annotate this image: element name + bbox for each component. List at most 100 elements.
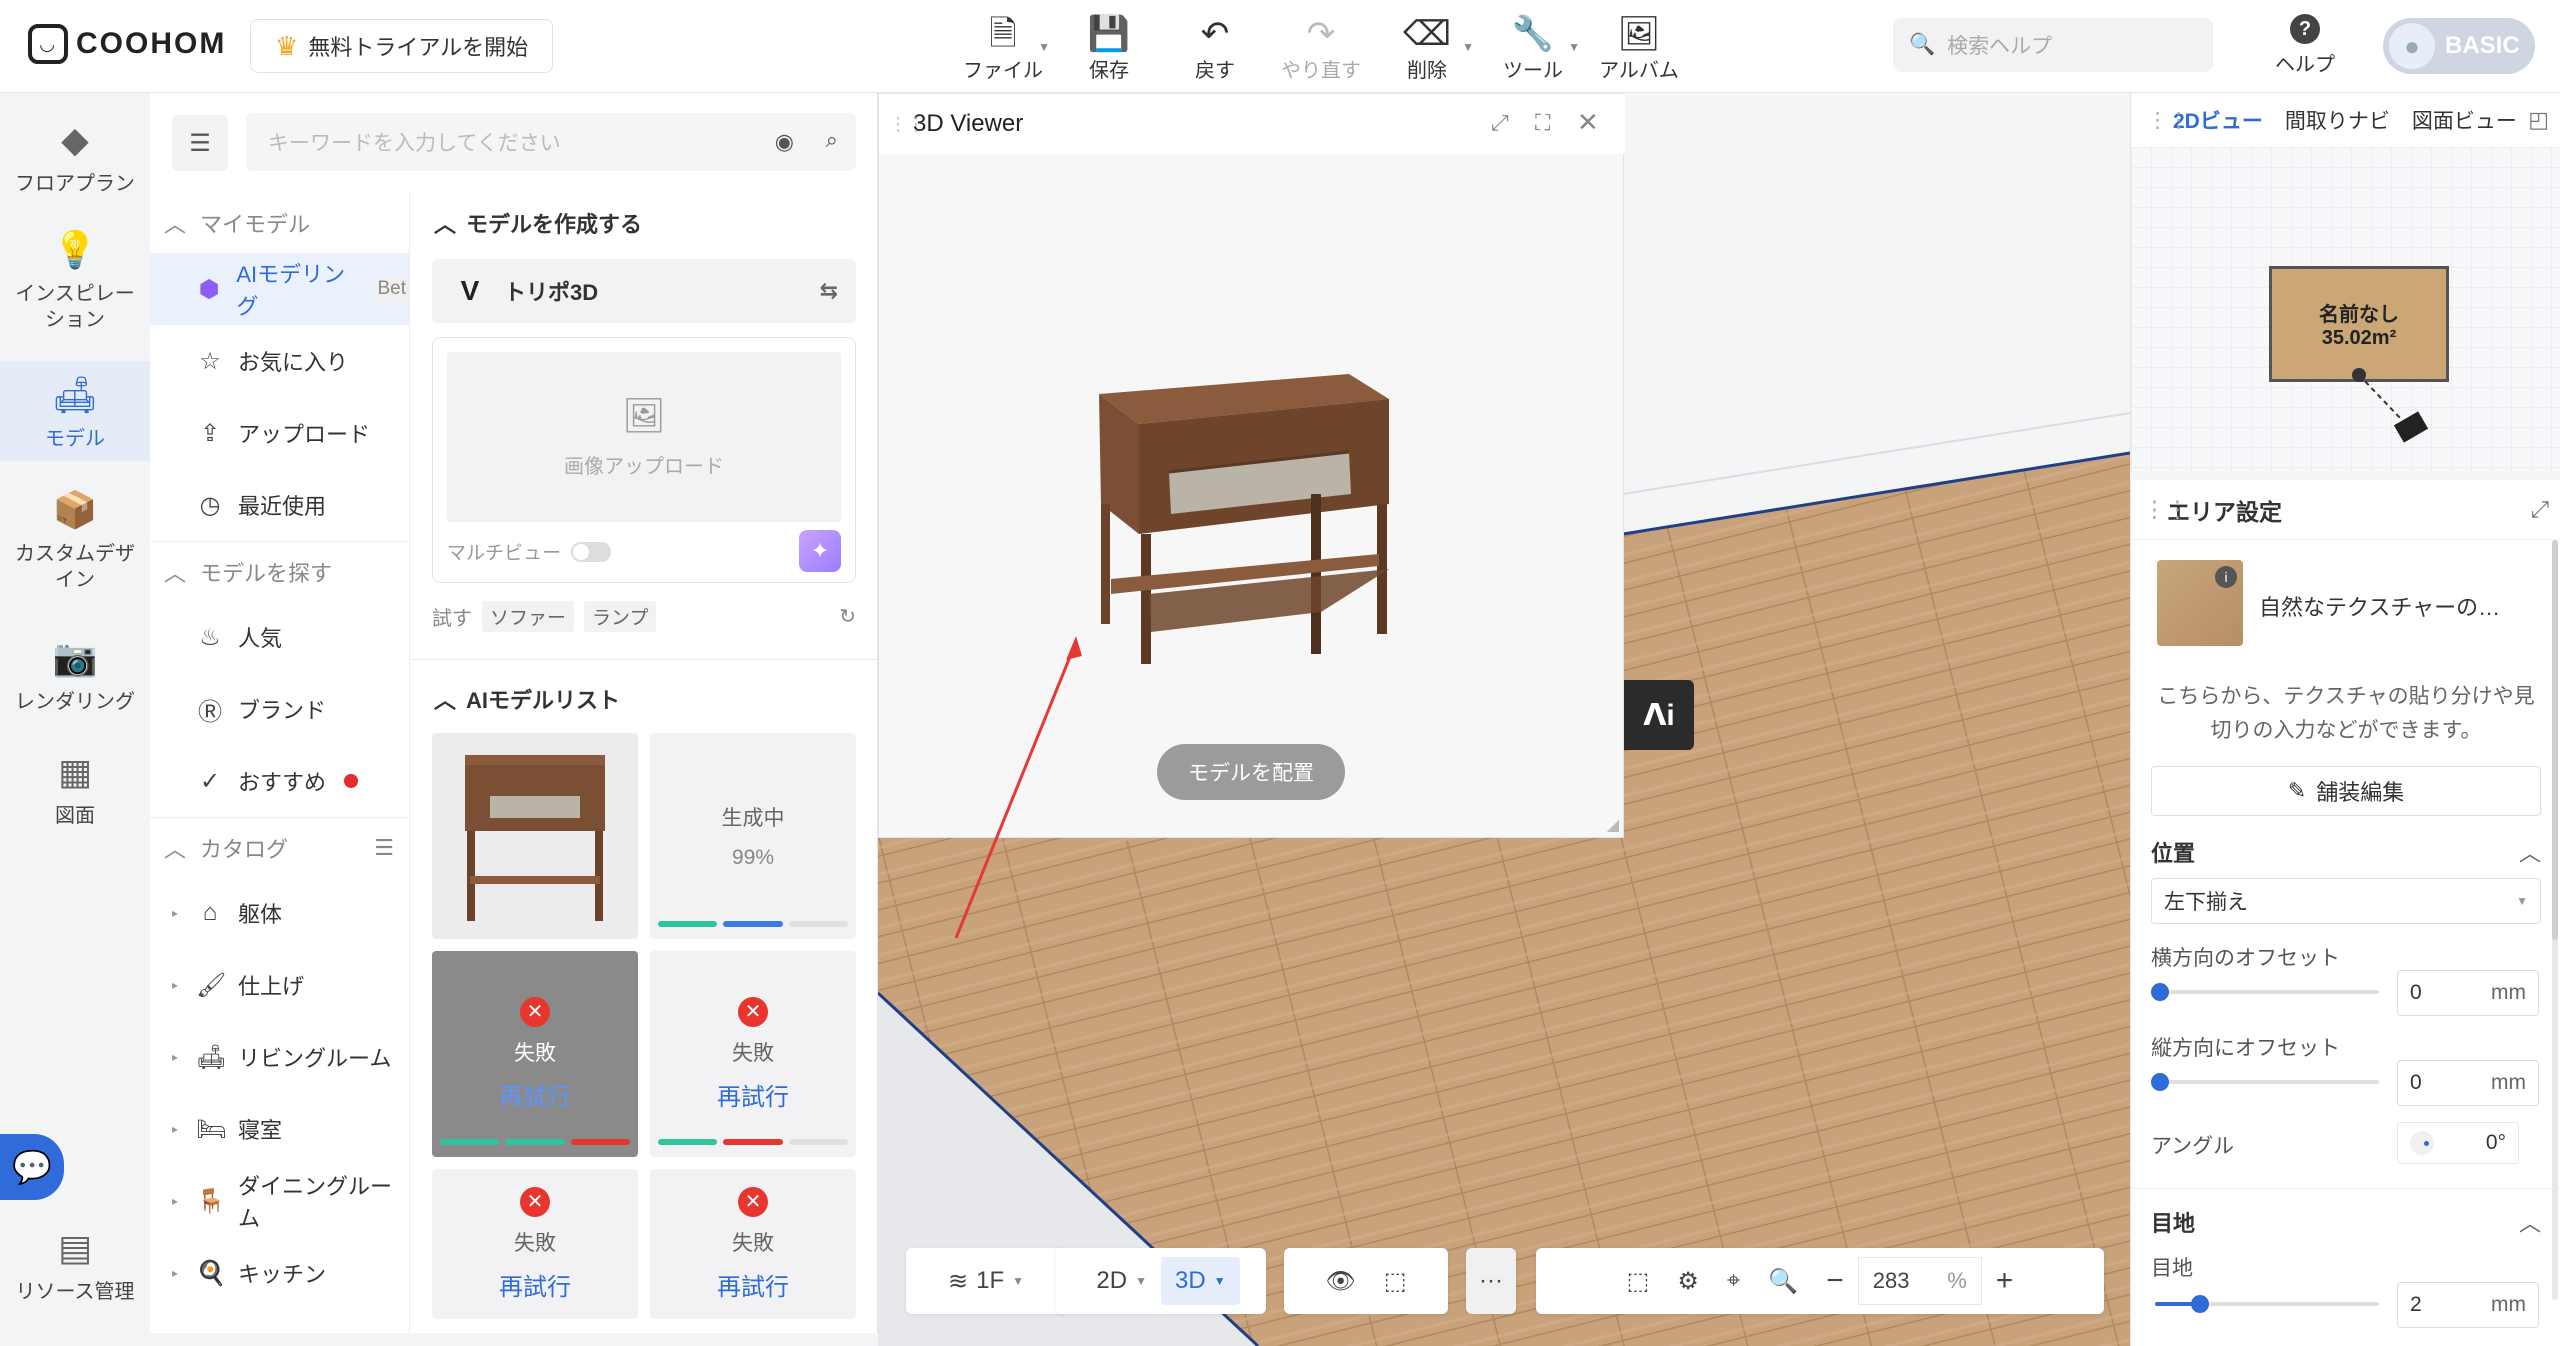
angle-input[interactable]: 0° [2397,1122,2519,1164]
drag-handle-icon[interactable]: ⋮⋮ [889,114,925,135]
catalog-item[interactable]: ▸ 🪑 ダイニングルーム [150,1165,410,1237]
help-button[interactable]: ? ヘルプ [2270,14,2340,78]
category-recent[interactable]: ◷ 最近使用 [150,469,410,541]
category-recommended[interactable]: ✓ おすすめ [150,745,410,817]
catalog-item[interactable]: ▸ 🍳 キッチン [150,1237,410,1309]
nav-rendering[interactable]: 📷 レンダリング [0,633,150,715]
tab-floor-nav[interactable]: 間取りナビ [2285,105,2390,135]
more-button[interactable]: ··· [1466,1248,1516,1314]
info-icon[interactable]: i [2215,566,2237,588]
model-card-generating[interactable]: 生成中 99% [650,733,856,939]
ai-list-header[interactable]: ︿ AIモデルリスト [434,683,620,715]
nav-custom-design[interactable]: 📦 カスタムデザイン [0,485,150,593]
slider-knob[interactable] [2151,983,2169,1001]
search-icon[interactable]: ⌕ [826,127,838,153]
drag-handle-icon[interactable]: ⋮⋮ [2143,496,2189,523]
scrollbar[interactable] [2552,540,2558,1300]
mode-2d-button[interactable]: 2D ▼ [1082,1257,1161,1305]
help-search-input[interactable]: 🔍 検索ヘルプ [1893,18,2213,72]
free-trial-button[interactable]: ♛ 無料トライアルを開始 [250,19,554,73]
expand-icon[interactable]: ⤢ [1491,110,1509,136]
model-card-failed[interactable]: ✕ 失敗 再試行 [650,951,856,1157]
retry-link[interactable]: 再試行 [717,1267,789,1302]
nav-drawing[interactable]: ▦ 図面 [0,747,150,829]
collapse-menu-icon[interactable]: ☰ [172,115,228,171]
catalog-item[interactable]: ▸ 🛋 リビングルーム [150,1021,410,1093]
refresh-icon[interactable]: ↻ [839,604,856,629]
cube-view-icon[interactable]: ⬚ [1370,1257,1421,1305]
expand-icon[interactable]: ⤢ [2531,496,2549,523]
category-upload[interactable]: ⇪ アップロード [150,397,410,469]
nav-floorplan[interactable]: ◆ フロアプラン [0,115,150,197]
place-model-button[interactable]: モデルを配置 [1157,744,1345,800]
catalog-item[interactable]: ▸ 🖌 仕上げ [150,949,410,1021]
category-favorites[interactable]: ☆ お気に入り [150,325,410,397]
retry-link[interactable]: 再試行 [499,1267,571,1302]
eye-icon[interactable]: 👁 [1311,1257,1369,1305]
joint-slider[interactable] [2155,1295,2379,1313]
model-card-failed-bed[interactable]: ✕ 失敗 再試行 [432,951,638,1157]
slider-knob[interactable] [2151,1073,2169,1091]
mode-3d-button[interactable]: 3D ▼ [1161,1257,1240,1305]
v-offset-slider[interactable] [2151,1073,2379,1091]
try-chip[interactable]: ランプ [584,601,657,632]
multiview-toggle[interactable] [571,541,612,562]
zoom-in-icon[interactable]: + [1982,1257,2028,1305]
h-offset-slider[interactable] [2151,983,2379,1001]
generate-sparkle-button[interactable]: ✦ [799,530,841,572]
select-area-icon[interactable]: ⬚ [1613,1257,1664,1305]
nav-model[interactable]: 🛋 モデル [0,361,150,461]
expand-icon[interactable]: ◰ [2528,107,2549,133]
paving-edit-button[interactable]: ✎ 舗装編集 [2151,766,2541,816]
fullscreen-icon[interactable]: ⛶ [1535,110,1550,136]
focus-icon[interactable]: ⌖ [1713,1257,1755,1305]
image-upload-dropzone[interactable]: 🖼 画像アップロード [447,352,841,522]
close-icon[interactable]: ✕ [1577,107,1599,138]
drag-handle-icon[interactable]: ⋮⋮ [2147,108,2189,133]
user-account-button[interactable]: ● BASIC [2383,18,2535,74]
switch-icon[interactable]: ⇆ [820,278,838,304]
try-chip[interactable]: ソファー [482,601,575,632]
floor-selector[interactable]: ≋ 1F ▼ [906,1248,1066,1314]
camera-search-icon[interactable]: ◉ [775,129,794,155]
h-offset-input[interactable]: 0 mm [2397,970,2539,1016]
zoom-out-icon[interactable]: − [1812,1257,1858,1305]
nav-resources[interactable]: ▤ リソース管理 [0,1223,150,1305]
retry-link[interactable]: 再試行 [499,1077,571,1112]
zoom-fit-icon[interactable]: 🔍 [1754,1257,1812,1305]
section-catalog[interactable]: ︿ カタログ ☰ [150,817,410,877]
create-model-header[interactable]: ︿ モデルを作成する [434,207,642,239]
select-settings-icon[interactable]: ⚙ [1663,1257,1713,1305]
chat-icon[interactable]: 💬 [0,1134,64,1200]
alignment-select[interactable]: 左下揃え ▼ [2151,878,2541,924]
camera-marker[interactable] [2331,363,2451,453]
undo-button[interactable]: ↶ 戻す [1162,10,1268,86]
texture-thumbnail[interactable]: i [2157,560,2243,646]
save-button[interactable]: 💾 保存 [1056,10,1162,86]
v-offset-input[interactable]: 0 mm [2397,1060,2539,1106]
file-menu-button[interactable]: 🗎 ファイル ▼ [950,10,1056,86]
category-popular[interactable]: ♨ 人気 [150,601,410,673]
catalog-item[interactable]: ▸ 🛏 寝室 [150,1093,410,1165]
joint-section-header[interactable]: 目地 ︿ [2151,1206,2541,1238]
model-card-failed[interactable]: ✕ 失敗 再試行 [432,1169,638,1319]
keyword-search-input[interactable]: キーワードを入力してください ◉ ⌕ [246,113,856,171]
category-ai-modeling[interactable]: ⬢ AIモデリング Bet [150,253,410,325]
album-button[interactable]: 🖼 アルバム [1586,10,1692,86]
scrollbar-thumb[interactable] [2552,540,2558,940]
provider-selector[interactable]: V トリポ3D ⇆ [432,259,856,323]
joint-input[interactable]: 2 mm [2397,1282,2539,1328]
nav-inspiration[interactable]: 💡 インスピレーション [0,225,150,333]
category-brand[interactable]: Ⓡ ブランド [150,673,410,745]
slider-knob[interactable] [2191,1295,2209,1313]
position-section-header[interactable]: 位置 ︿ [2151,836,2541,868]
catalog-item[interactable]: ▸ ⌂ 躯体 [150,877,410,949]
tools-menu-button[interactable]: 🔧 ツール ▼ [1480,10,1586,86]
section-find-models[interactable]: ︿ モデルを探す [150,541,410,601]
nightstand-3d-model[interactable] [1089,354,1409,674]
section-my-models[interactable]: ︿ マイモデル [150,193,410,253]
resize-handle-icon[interactable]: ◢ [1607,815,1619,835]
filter-settings-icon[interactable]: ☰ [374,835,394,861]
model-card-nightstand[interactable] [432,733,638,939]
floor-select[interactable]: ≋ 1F ▼ [934,1257,1038,1305]
